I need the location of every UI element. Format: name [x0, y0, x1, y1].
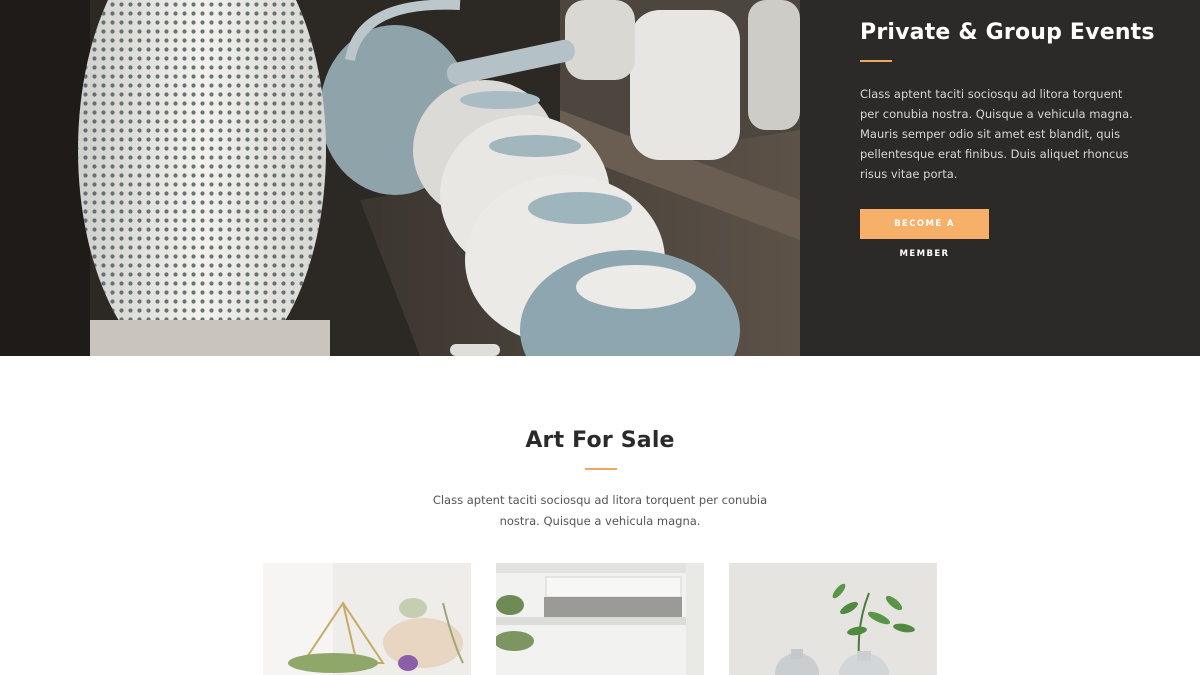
- section-title: Art For Sale: [525, 428, 675, 453]
- hero-section: Private & Group Events Class aptent taci…: [0, 0, 1200, 356]
- art-card-vases[interactable]: [729, 563, 937, 675]
- art-for-sale-section: Art For Sale Class aptent taciti sociosq…: [0, 356, 1200, 675]
- events-title: Private & Group Events: [860, 20, 1155, 45]
- events-panel: Private & Group Events Class aptent taci…: [800, 0, 1200, 356]
- become-member-button[interactable]: BECOME A MEMBER: [860, 209, 989, 259]
- title-divider: [860, 60, 892, 62]
- terrarium-image: [263, 563, 471, 675]
- books-image: [496, 563, 704, 675]
- vases-image: [729, 563, 937, 675]
- events-description: Class aptent taciti sociosqu ad litora t…: [860, 87, 1133, 181]
- art-card-books[interactable]: [496, 563, 704, 675]
- hero-image: [0, 0, 800, 356]
- section-divider: [585, 468, 617, 470]
- pottery-photo: [0, 0, 800, 356]
- section-description: Class aptent taciti sociosqu ad litora t…: [432, 493, 768, 528]
- art-card-terrarium[interactable]: [263, 563, 471, 675]
